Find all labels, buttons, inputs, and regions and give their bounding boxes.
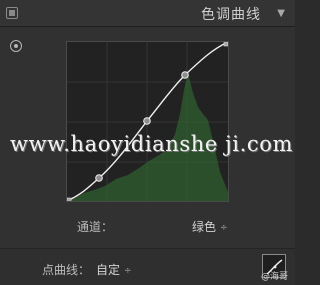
- panel-title: 色调曲线: [201, 7, 261, 23]
- point-curve-stepper-icon[interactable]: ÷: [124, 266, 132, 276]
- point-curve-bar: 点曲线： 自定 ÷ @海哥: [0, 248, 295, 285]
- channel-label: 通道：: [77, 220, 114, 234]
- point-curve-selector[interactable]: 自定 ÷: [96, 261, 132, 278]
- tone-curve-graph[interactable]: [66, 41, 229, 202]
- panel-toggle-icon[interactable]: [6, 7, 18, 19]
- point-curve-label: 点曲线：: [42, 263, 91, 277]
- curve-endpoint-bottom-left[interactable]: [67, 197, 72, 201]
- collapse-icon[interactable]: ▼: [277, 8, 285, 19]
- channel-selector[interactable]: 绿色 ÷: [192, 218, 228, 235]
- point-curve-value: 自定: [96, 263, 121, 277]
- channel-value: 绿色: [192, 220, 217, 234]
- panel-header[interactable]: 色调曲线 ▼: [0, 0, 295, 27]
- watermark-text: www.haoyidianshe ji.com: [10, 132, 294, 156]
- curve-control-point[interactable]: [143, 117, 151, 125]
- curve-control-point[interactable]: [95, 174, 103, 182]
- credit-text: @海哥: [260, 272, 288, 282]
- tone-curve-panel: 色调曲线 ▼ www.haoyidianshe ji.com 通道： 绿色÷: [0, 0, 295, 285]
- curve-svg: [67, 42, 228, 201]
- curve-control-point[interactable]: [181, 71, 189, 79]
- channel-stepper-icon[interactable]: ÷: [220, 223, 228, 233]
- target-adjust-icon[interactable]: [10, 40, 22, 52]
- curve-endpoint-top-right[interactable]: [223, 42, 228, 47]
